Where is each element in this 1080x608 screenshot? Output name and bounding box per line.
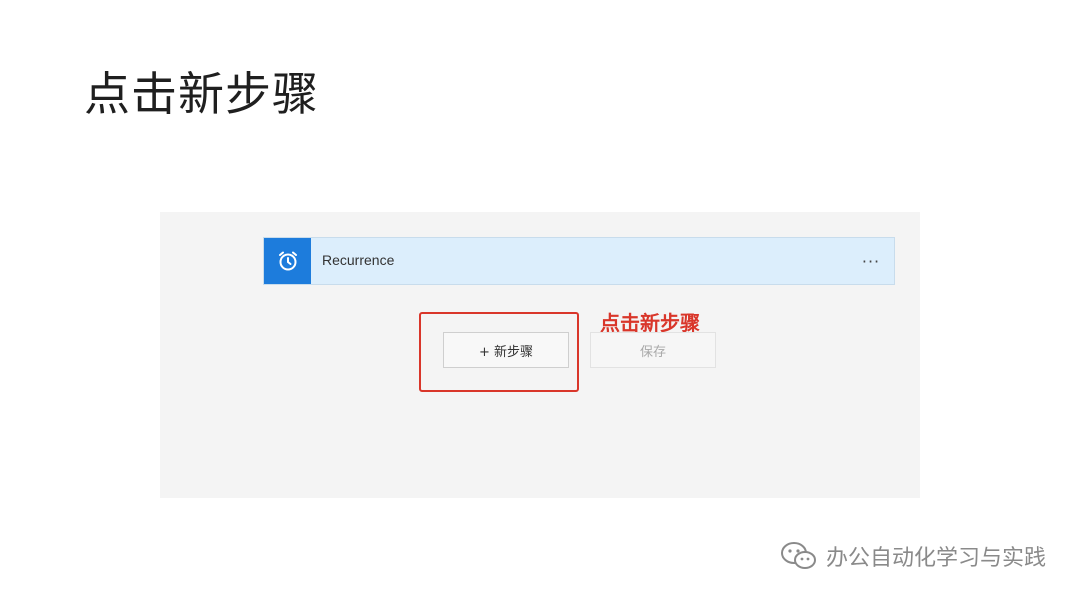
save-button[interactable]: 保存 (590, 332, 716, 368)
watermark-text: 办公自动化学习与实践 (825, 546, 1046, 571)
watermark: 办公自动化学习与实践 (780, 540, 1046, 572)
flow-designer-canvas: Recurrence ··· 点击新步骤 + 新步骤 保存 (160, 212, 920, 498)
more-options-button[interactable]: ··· (856, 246, 886, 276)
alarm-clock-icon (278, 251, 297, 271)
slide-title: 点击新步骤 (84, 67, 319, 121)
new-step-button[interactable]: + 新步骤 (443, 332, 569, 368)
wechat-icon (780, 542, 816, 569)
trigger-icon-box (264, 238, 311, 284)
recurrence-trigger-card[interactable]: Recurrence ··· (263, 237, 895, 285)
trigger-title: Recurrence (322, 252, 395, 268)
